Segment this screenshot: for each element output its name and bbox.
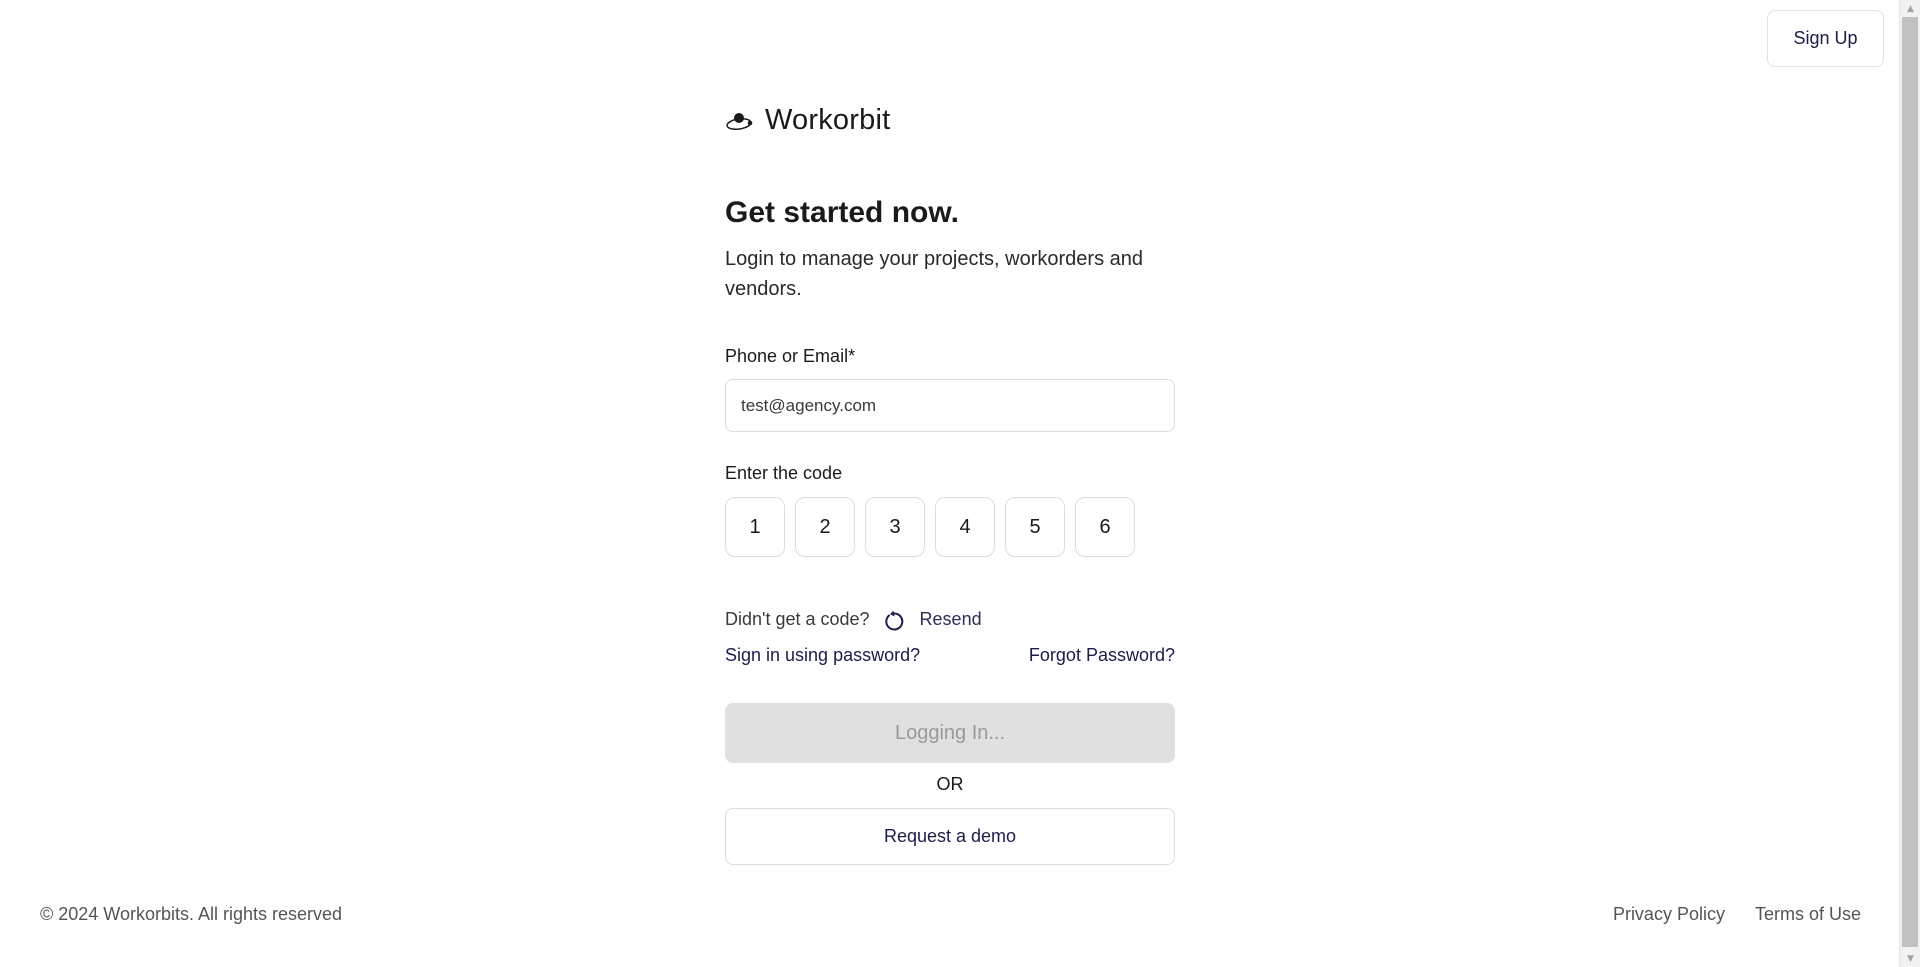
privacy-policy-link[interactable]: Privacy Policy (1613, 904, 1725, 925)
email-label: Phone or Email* (725, 346, 856, 366)
login-page: Sign Up Workorbit Get started now. Login… (0, 0, 1899, 967)
refresh-icon[interactable] (882, 609, 906, 633)
brand: Workorbit (725, 104, 890, 137)
sign-up-button[interactable]: Sign Up (1767, 10, 1884, 67)
footer-links: Privacy Policy Terms of Use (1613, 904, 1861, 925)
terms-of-use-link[interactable]: Terms of Use (1755, 904, 1861, 925)
code-digit-2[interactable]: 2 (795, 497, 855, 557)
code-digit-6[interactable]: 6 (1075, 497, 1135, 557)
code-digit-4[interactable]: 4 (935, 497, 995, 557)
code-digit-1[interactable]: 1 (725, 497, 785, 557)
code-label: Enter the code (725, 463, 843, 483)
page-title: Get started now. (725, 196, 959, 229)
copyright-text: © 2024 Workorbits. All rights reserved (40, 904, 343, 924)
otp-code-inputs: 1 2 3 4 5 6 (725, 497, 1135, 557)
scrollbar-thumb[interactable] (1902, 17, 1918, 947)
didnt-get-code-text: Didn't get a code? (725, 608, 870, 629)
scroll-up-arrow-icon[interactable]: ▲ (1900, 0, 1920, 17)
sign-in-with-password-link[interactable]: Sign in using password? (725, 645, 920, 666)
email-field[interactable] (725, 379, 1175, 432)
brand-name: Workorbit (765, 104, 891, 136)
orbit-logo-icon (726, 112, 753, 130)
resend-link[interactable]: Resend (920, 609, 982, 630)
or-divider: OR (936, 774, 964, 794)
page-subtitle: Login to manage your projects, workorder… (725, 248, 1144, 300)
scroll-down-arrow-icon[interactable]: ▼ (1900, 950, 1920, 967)
resend-row: Didn't get a code? Resend (725, 605, 982, 633)
forgot-password-link[interactable]: Forgot Password? (1029, 645, 1175, 666)
code-digit-3[interactable]: 3 (865, 497, 925, 557)
request-demo-button[interactable]: Request a demo (725, 808, 1175, 865)
page-scrollbar[interactable]: ▲ ▼ (1899, 0, 1920, 967)
login-button[interactable]: Logging In... (725, 703, 1175, 763)
code-digit-5[interactable]: 5 (1005, 497, 1065, 557)
